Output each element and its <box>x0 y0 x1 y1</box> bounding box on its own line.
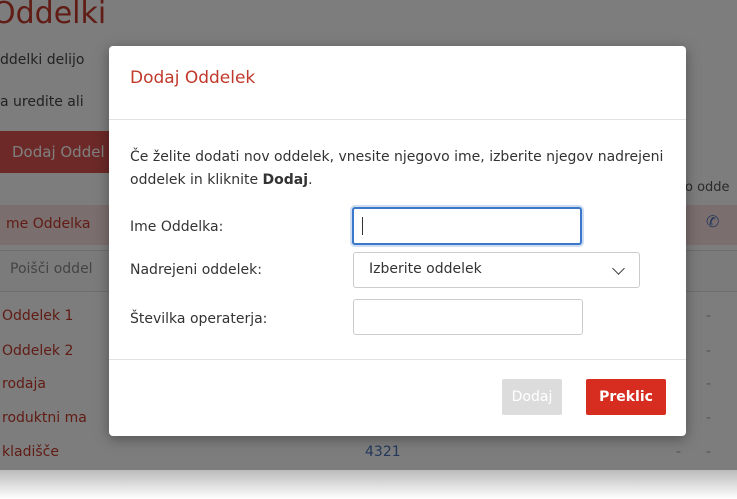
name-label: Ime Oddelka: <box>130 219 224 235</box>
dialog-description: Če želite dodati nov oddelek, vnesite nj… <box>130 146 670 192</box>
description-bold-text: Dodaj <box>262 172 309 188</box>
cancel-button[interactable]: Preklic <box>586 379 666 415</box>
window-bottom-edge <box>0 470 737 499</box>
select-value: Izberite oddelek <box>369 261 482 277</box>
operator-number-label: Številka operaterja: <box>130 311 268 327</box>
text-caret <box>362 217 363 235</box>
dialog-header-divider <box>109 119 686 120</box>
department-name-input[interactable] <box>352 207 582 245</box>
dialog-footer-divider <box>109 359 686 360</box>
description-end: . <box>308 172 313 188</box>
add-department-dialog: Dodaj Oddelek Če želite dodati nov oddel… <box>109 46 686 436</box>
dialog-title: Dodaj Oddelek <box>130 68 256 88</box>
chevron-down-icon <box>612 262 625 275</box>
parent-department-select[interactable]: Izberite oddelek <box>353 252 640 288</box>
parent-department-label: Nadrejeni oddelek: <box>130 262 262 278</box>
description-text: Če želite dodati nov oddelek, vnesite nj… <box>130 149 664 188</box>
operator-number-input[interactable] <box>353 299 583 335</box>
add-button[interactable]: Dodaj <box>502 379 562 415</box>
